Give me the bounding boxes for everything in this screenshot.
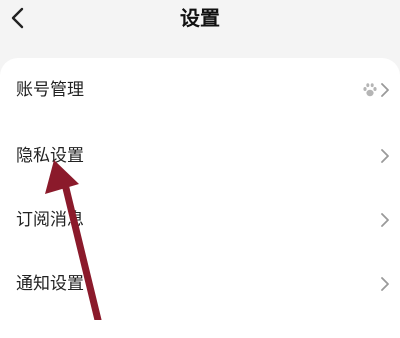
chevron-right-icon (380, 277, 390, 291)
settings-item-account[interactable]: 账号管理 (0, 60, 400, 120)
chevron-right-icon (380, 149, 390, 163)
settings-item-notifications[interactable]: 通知设置 (0, 254, 400, 314)
settings-item-label: 通知设置 (16, 274, 84, 294)
settings-item-label: 订阅消息 (16, 210, 84, 230)
chevron-right-icon (380, 213, 390, 227)
header-bar: 设置 (0, 0, 400, 50)
settings-item-subscription[interactable]: 订阅消息 (0, 190, 400, 250)
settings-item-privacy[interactable]: 隐私设置 (0, 126, 400, 186)
page-title: 设置 (180, 6, 220, 30)
settings-card: 账号管理 隐私设置 订阅消息 通知设置 (0, 58, 400, 338)
settings-item-label: 隐私设置 (16, 146, 84, 166)
chevron-right-icon (380, 83, 390, 97)
settings-item-label: 账号管理 (16, 80, 84, 100)
baidu-paw-icon (362, 82, 378, 98)
